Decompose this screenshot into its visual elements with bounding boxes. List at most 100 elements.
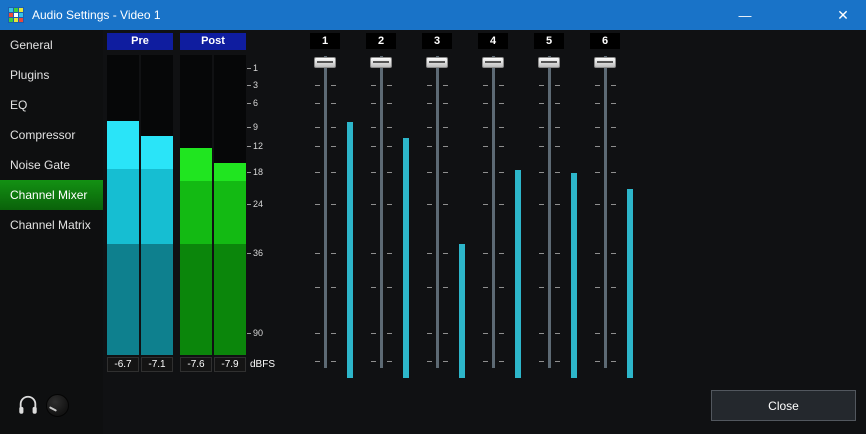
- fader-tick: [443, 204, 448, 205]
- fader-tick: [483, 103, 488, 104]
- dbfs-unit-label: dBFS: [250, 359, 275, 370]
- fader-tick: [427, 253, 432, 254]
- fader-tick: [331, 85, 336, 86]
- fader-tick: [555, 253, 560, 254]
- channel-2-label: 2: [366, 33, 396, 49]
- fader-tick: [539, 361, 544, 362]
- sidebar-item-plugins[interactable]: Plugins: [0, 60, 103, 90]
- fader-tick: [427, 361, 432, 362]
- fader-tick: [595, 172, 600, 173]
- channel-4-fader-handle[interactable]: [482, 57, 504, 68]
- fader-tick: [387, 146, 392, 147]
- post-group-label: Post: [180, 33, 246, 50]
- fader-tick: [387, 333, 392, 334]
- channel-4-fader-track[interactable]: [492, 56, 495, 368]
- fader-tick: [443, 85, 448, 86]
- sidebar-item-general[interactable]: General: [0, 30, 103, 60]
- fader-tick: [315, 172, 320, 173]
- channel-3-meter: [459, 244, 465, 378]
- pre-meter-value-1: -6.7: [107, 357, 139, 372]
- fader-tick: [539, 103, 544, 104]
- fader-tick: [555, 361, 560, 362]
- fader-tick: [555, 146, 560, 147]
- fader-tick: [427, 103, 432, 104]
- titlebar[interactable]: Audio Settings - Video 1 — ✕: [0, 0, 866, 30]
- channel-3-fader-track[interactable]: [436, 56, 439, 368]
- window-title: Audio Settings - Video 1: [32, 8, 161, 22]
- post-meter-1-unlit: [180, 55, 212, 148]
- channel-5-fader-handle[interactable]: [538, 57, 560, 68]
- post-meter-value-2: -7.9: [214, 357, 246, 372]
- post-meter-value-1: -7.6: [180, 357, 212, 372]
- scale-tick-label: 36: [253, 248, 263, 258]
- headphone-volume-knob[interactable]: [46, 394, 69, 417]
- fader-tick: [483, 127, 488, 128]
- sidebar-item-channel-mixer[interactable]: Channel Mixer: [0, 180, 103, 210]
- fader-tick: [443, 333, 448, 334]
- close-button[interactable]: Close: [711, 390, 856, 421]
- channel-6-meter: [627, 189, 633, 378]
- fader-tick: [443, 287, 448, 288]
- fader-tick: [595, 361, 600, 362]
- scale-tick-label: 12: [253, 141, 263, 151]
- sidebar-item-noise-gate[interactable]: Noise Gate: [0, 150, 103, 180]
- fader-tick: [387, 253, 392, 254]
- fader-tick: [443, 103, 448, 104]
- fader-tick: [331, 287, 336, 288]
- fader-tick: [483, 172, 488, 173]
- channel-5-fader-track[interactable]: [548, 56, 551, 368]
- knob-pointer: [49, 406, 57, 412]
- pre-meter-1-unlit: [107, 55, 139, 121]
- scale-tick-18: 18: [247, 167, 263, 177]
- pre-meter-2-unlit: [141, 55, 173, 136]
- pre-group-label: Pre: [107, 33, 173, 50]
- fader-tick: [595, 127, 600, 128]
- fader-tick: [483, 253, 488, 254]
- scale-tick-24: 24: [247, 199, 263, 209]
- channel-1-label: 1: [310, 33, 340, 49]
- fader-tick: [371, 146, 376, 147]
- fader-tick: [611, 333, 616, 334]
- scale-tick-3: 3: [247, 80, 258, 90]
- fader-tick: [595, 204, 600, 205]
- fader-tick: [483, 204, 488, 205]
- close-window-button[interactable]: ✕: [820, 0, 866, 30]
- fader-tick: [315, 287, 320, 288]
- fader-tick: [387, 287, 392, 288]
- sidebar-item-compressor[interactable]: Compressor: [0, 120, 103, 150]
- sidebar-item-eq[interactable]: EQ: [0, 90, 103, 120]
- channel-6-fader-track[interactable]: [604, 56, 607, 368]
- scale-tick-dash: [247, 333, 251, 334]
- fader-tick: [371, 253, 376, 254]
- fader-tick: [611, 85, 616, 86]
- fader-tick: [611, 172, 616, 173]
- sidebar-item-channel-matrix[interactable]: Channel Matrix: [0, 210, 103, 240]
- fader-tick: [499, 85, 504, 86]
- scale-tick-label: 18: [253, 167, 263, 177]
- channel-1-fader-handle[interactable]: [314, 57, 336, 68]
- fader-tick: [387, 204, 392, 205]
- fader-tick: [371, 85, 376, 86]
- fader-tick: [315, 333, 320, 334]
- fader-tick: [443, 172, 448, 173]
- fader-tick: [443, 361, 448, 362]
- channel-2-fader-handle[interactable]: [370, 57, 392, 68]
- fader-tick: [555, 127, 560, 128]
- fader-tick: [539, 146, 544, 147]
- fader-tick: [555, 204, 560, 205]
- fader-tick: [371, 361, 376, 362]
- minimize-button[interactable]: —: [722, 0, 768, 30]
- channel-3-fader-handle[interactable]: [426, 57, 448, 68]
- channel-4-label: 4: [478, 33, 508, 49]
- channel-6-fader-handle[interactable]: [594, 57, 616, 68]
- headphones-icon[interactable]: [17, 394, 39, 416]
- channel-1-fader-track[interactable]: [324, 56, 327, 368]
- channel-5-label: 5: [534, 33, 564, 49]
- fader-tick: [387, 85, 392, 86]
- app-icon: [8, 7, 24, 23]
- fader-tick: [443, 253, 448, 254]
- scale-tick-90: 90: [247, 328, 263, 338]
- channel-2-fader-track[interactable]: [380, 56, 383, 368]
- fader-tick: [331, 127, 336, 128]
- fader-tick: [555, 85, 560, 86]
